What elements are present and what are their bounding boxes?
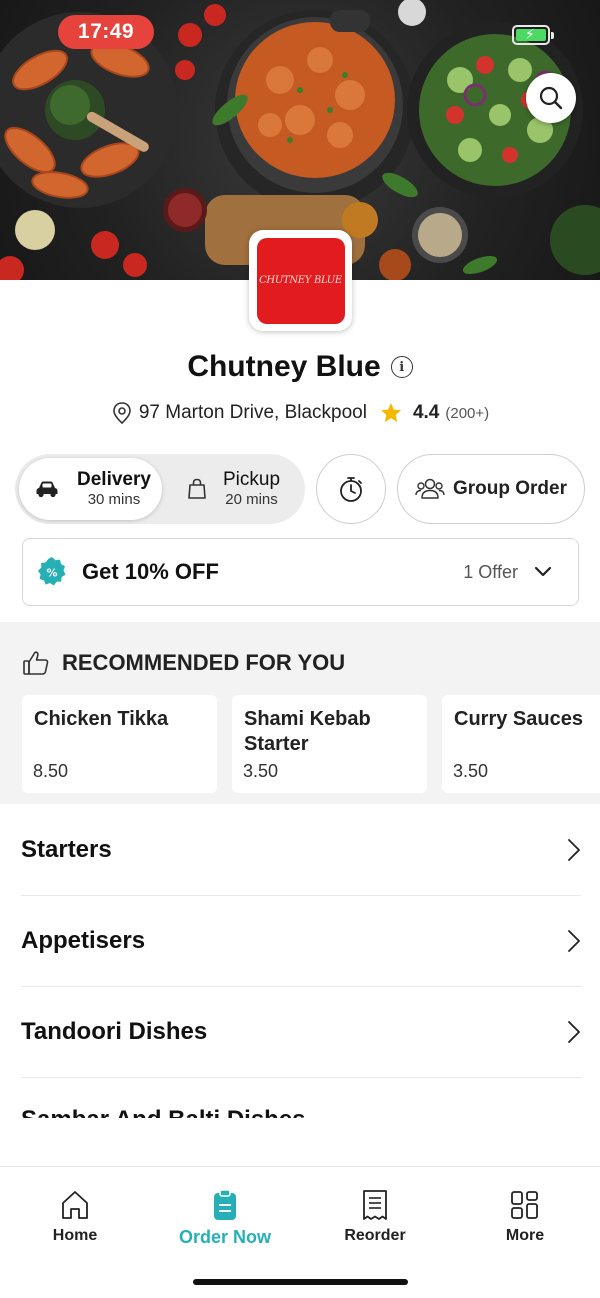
search-icon bbox=[539, 86, 563, 110]
chevron-right-icon bbox=[568, 930, 580, 952]
tab-more[interactable]: More bbox=[450, 1189, 600, 1245]
order-now-icon bbox=[214, 1189, 236, 1220]
category-name: Tandoori Dishes bbox=[21, 1018, 208, 1045]
store-address-row: 97 Marton Drive, Blackpool 4.4 (200+) bbox=[0, 401, 600, 425]
recommended-item-price: 3.50 bbox=[453, 761, 489, 781]
group-order-button[interactable]: Group Order bbox=[397, 454, 585, 524]
delivery-option[interactable]: Delivery 30 mins bbox=[35, 454, 151, 524]
pickup-option[interactable]: Pickup 20 mins bbox=[187, 454, 280, 524]
tab-reorder[interactable]: Reorder bbox=[300, 1189, 450, 1245]
review-count: (200+) bbox=[445, 404, 490, 422]
offer-banner[interactable]: % Get 10% OFF 1 Offer bbox=[22, 538, 579, 606]
shopping-bag-icon bbox=[188, 478, 206, 499]
info-icon[interactable]: i bbox=[390, 356, 413, 378]
category-name: Starters bbox=[21, 836, 112, 863]
recommended-header: RECOMMENDED FOR YOU bbox=[22, 650, 345, 676]
tab-home[interactable]: Home bbox=[0, 1189, 150, 1245]
recommended-item-name: Curry Sauces bbox=[454, 708, 583, 730]
delivery-time: 30 mins bbox=[87, 491, 141, 509]
chevron-right-icon bbox=[568, 839, 580, 861]
car-icon bbox=[36, 481, 58, 498]
location-pin-icon bbox=[113, 402, 131, 425]
home-icon bbox=[62, 1191, 88, 1219]
store-page: 17:49 ⚡ CHUTNEY BLUE Chutney Blue i 97 M… bbox=[0, 0, 600, 1298]
home-indicator bbox=[193, 1279, 408, 1285]
thumbs-up-icon bbox=[23, 651, 49, 675]
chevron-right-icon bbox=[568, 1021, 580, 1043]
category-row-partial[interactable]: Sambar And Balti Dishes bbox=[21, 1100, 306, 1118]
store-logo-image: CHUTNEY BLUE bbox=[256, 237, 345, 324]
recommended-item-price: 3.50 bbox=[243, 761, 279, 781]
status-time: 17:49 bbox=[58, 15, 154, 49]
recommended-item[interactable]: Curry Sauces 3.50 bbox=[442, 695, 600, 793]
grid-icon bbox=[511, 1191, 538, 1219]
tab-label: More bbox=[505, 1227, 545, 1244]
delivery-label: Delivery bbox=[77, 469, 151, 491]
tab-order-now[interactable]: Order Now bbox=[150, 1189, 300, 1248]
search-button[interactable] bbox=[526, 73, 576, 123]
tab-label: Home bbox=[52, 1227, 98, 1244]
stopwatch-icon bbox=[340, 477, 362, 502]
category-row[interactable]: Appetisers bbox=[21, 896, 581, 987]
battery-icon: ⚡ bbox=[512, 25, 554, 45]
recommended-section: RECOMMENDED FOR YOU Chicken Tikka 8.50 S… bbox=[0, 622, 600, 804]
store-logo: CHUTNEY BLUE bbox=[249, 230, 352, 331]
offer-count: 1 Offer bbox=[463, 561, 518, 582]
store-rating: 4.4 bbox=[412, 402, 440, 423]
chevron-down-icon bbox=[534, 566, 552, 577]
order-mode-toggle: Delivery 30 mins Pickup 20 mins bbox=[15, 454, 305, 524]
recommended-item[interactable]: Shami Kebab Starter 3.50 bbox=[232, 695, 427, 793]
store-title-row: Chutney Blue i bbox=[0, 350, 600, 384]
group-people-icon bbox=[415, 478, 445, 499]
schedule-button[interactable] bbox=[316, 454, 386, 524]
group-order-label: Group Order bbox=[452, 478, 567, 499]
store-name: Chutney Blue bbox=[187, 350, 381, 383]
recommended-item-name: Chicken Tikka bbox=[34, 708, 169, 730]
store-address: 97 Marton Drive, Blackpool bbox=[138, 402, 367, 423]
category-name: Appetisers bbox=[21, 927, 146, 954]
recommended-item[interactable]: Chicken Tikka 8.50 bbox=[22, 695, 217, 793]
category-name: Sambar And Balti Dishes bbox=[21, 1106, 306, 1118]
offer-title: Get 10% OFF bbox=[82, 559, 219, 584]
category-row[interactable]: Starters bbox=[21, 805, 581, 896]
pickup-time: 20 mins bbox=[225, 491, 278, 509]
recommended-item-name: Shami Kebab Starter bbox=[244, 708, 371, 755]
receipt-icon bbox=[363, 1190, 387, 1220]
star-icon bbox=[380, 403, 401, 422]
tab-label: Reorder bbox=[344, 1227, 406, 1244]
tab-label: Order Now bbox=[178, 1227, 271, 1247]
recommended-item-price: 8.50 bbox=[33, 761, 69, 781]
svg-text:%: % bbox=[46, 567, 57, 580]
recommended-title: RECOMMENDED FOR YOU bbox=[62, 650, 346, 675]
category-row[interactable]: Tandoori Dishes bbox=[21, 987, 581, 1078]
pickup-label: Pickup bbox=[223, 469, 281, 491]
discount-badge-icon: % bbox=[38, 557, 66, 586]
bottom-tab-bar: Home Order Now Reorder More bbox=[0, 1166, 600, 1298]
store-logo-text: CHUTNEY BLUE bbox=[259, 275, 342, 286]
